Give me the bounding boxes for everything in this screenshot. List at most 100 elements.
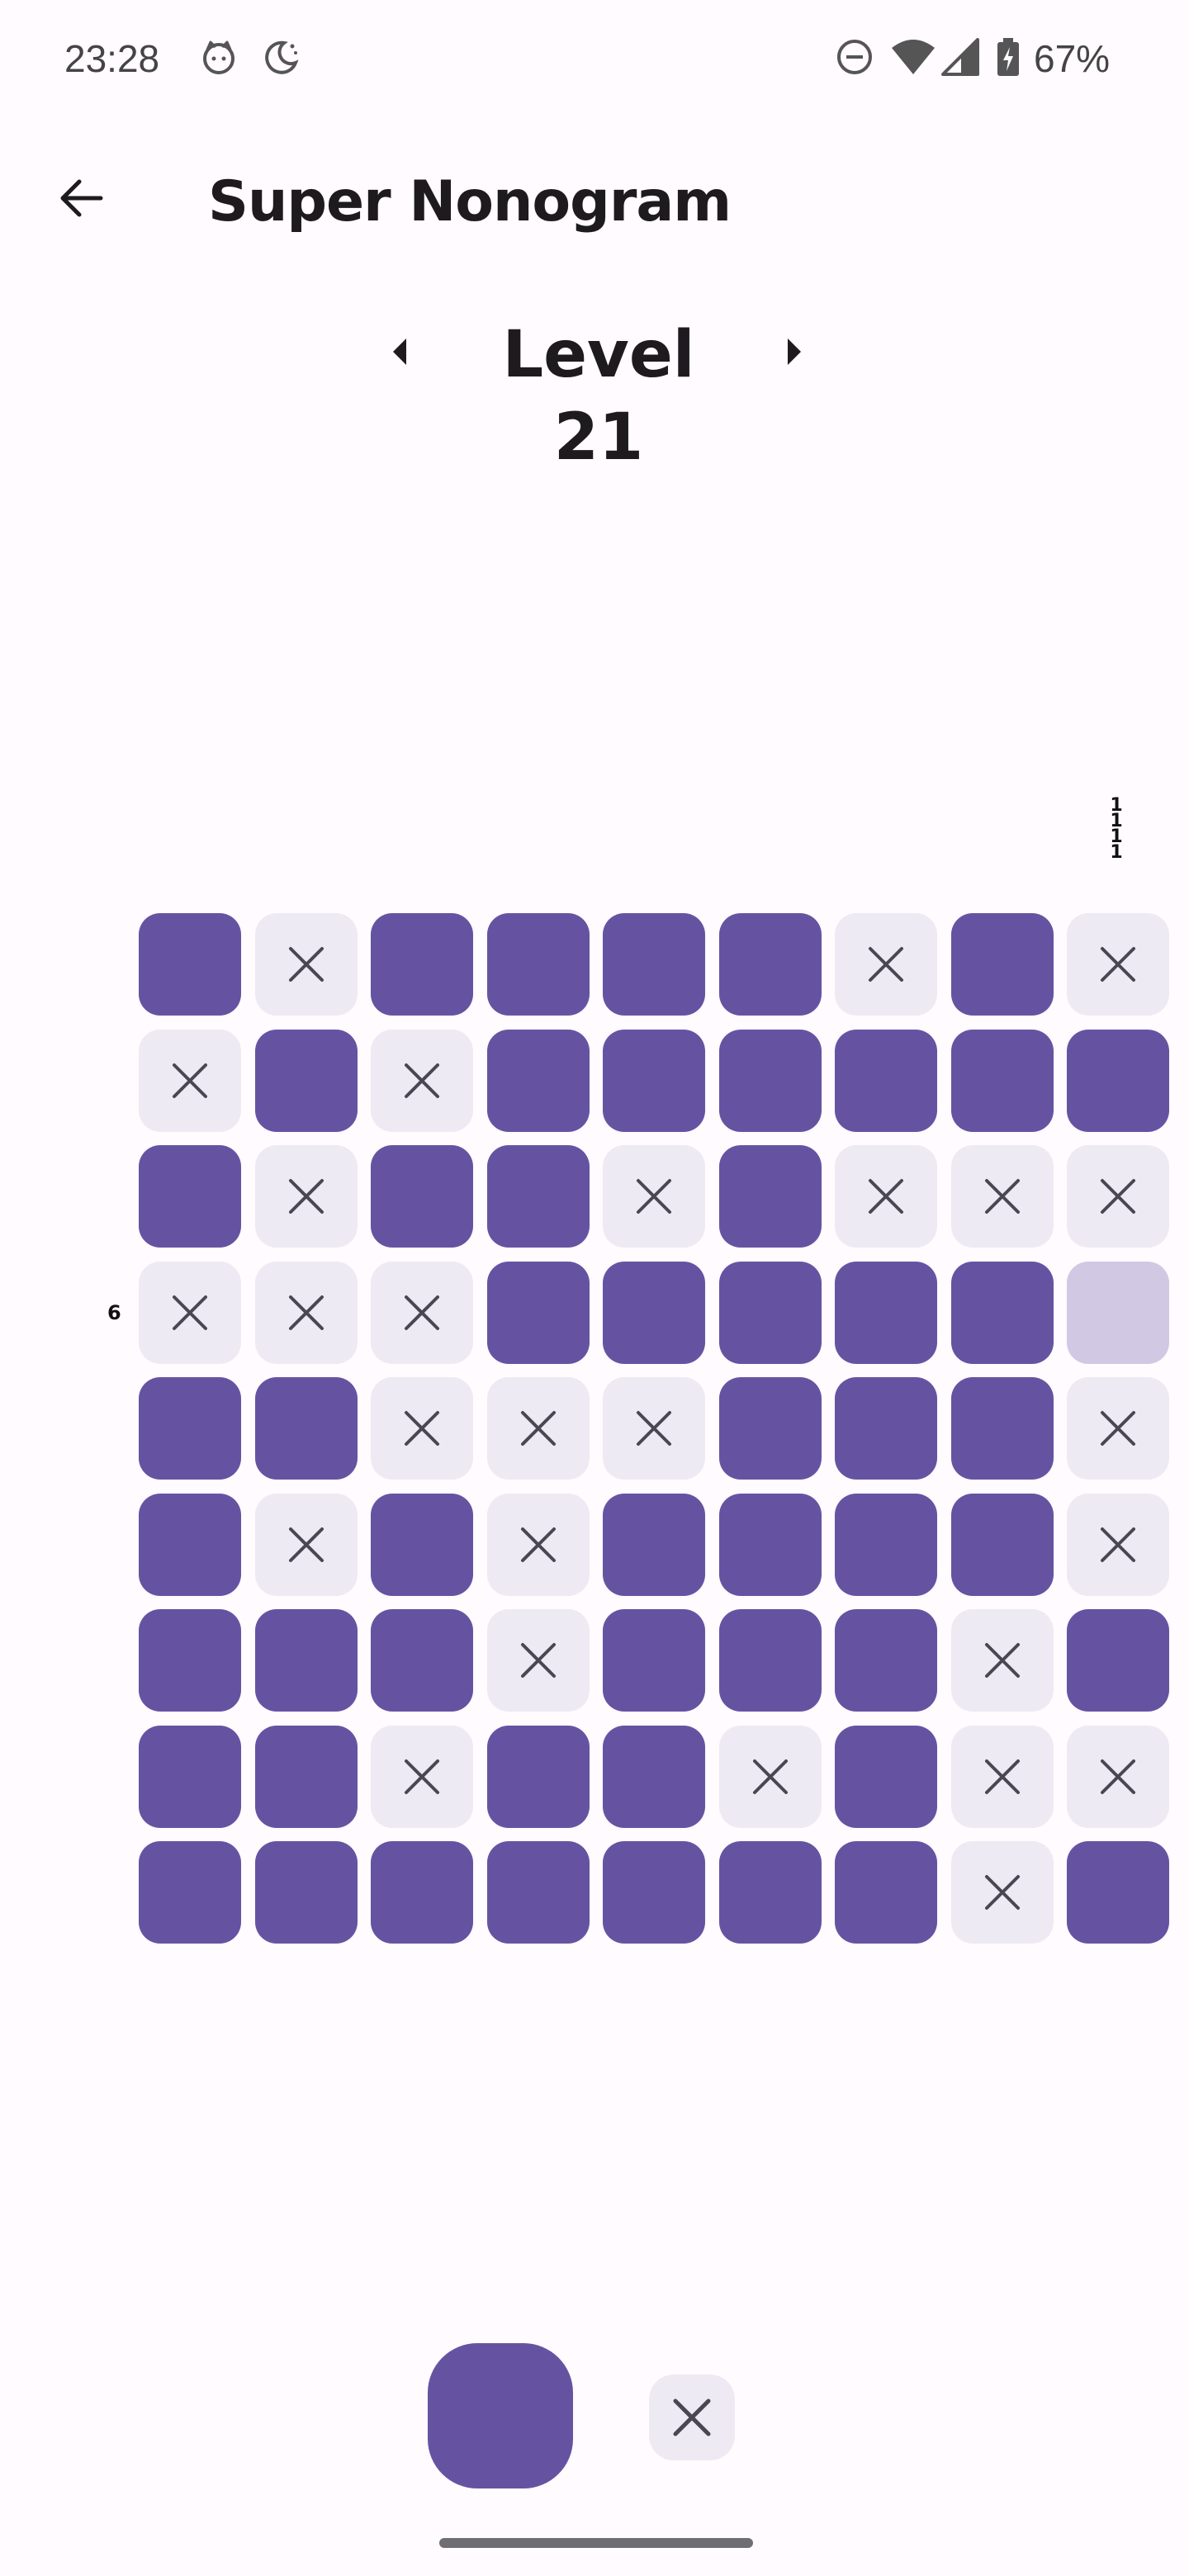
board-cell-filled[interactable] <box>719 1145 822 1248</box>
board-cell-filled[interactable] <box>371 913 473 1016</box>
board-cell-filled[interactable] <box>603 1841 705 1944</box>
cross-mark-icon <box>405 1063 439 1098</box>
board-cell-crossed[interactable] <box>1067 1726 1169 1828</box>
previous-level-button[interactable] <box>381 329 418 375</box>
battery-charging-icon <box>996 38 1021 81</box>
board-cell-crossed[interactable] <box>371 1030 473 1132</box>
board-cell-filled[interactable] <box>255 1841 358 1944</box>
board-cell-filled[interactable] <box>603 1262 705 1364</box>
board-cell-filled[interactable] <box>1067 1030 1169 1132</box>
board-cell-filled[interactable] <box>603 1726 705 1828</box>
board-cell-filled[interactable] <box>487 1145 590 1248</box>
board-cell-filled[interactable] <box>487 913 590 1016</box>
board-cell-crossed[interactable] <box>139 1030 241 1132</box>
board-cell-filled[interactable] <box>371 1841 473 1944</box>
board-cell-filled[interactable] <box>835 1377 937 1480</box>
board-cell-filled[interactable] <box>719 1377 822 1480</box>
board-cell-filled[interactable] <box>603 1030 705 1132</box>
board-cell-crossed[interactable] <box>1067 1145 1169 1248</box>
board-cell-filled[interactable] <box>603 1494 705 1596</box>
board-cell-crossed[interactable] <box>255 1494 358 1596</box>
board-cell-filled[interactable] <box>255 1609 358 1712</box>
board-cell-crossed[interactable] <box>487 1609 590 1712</box>
status-time: 23:28 <box>64 37 160 80</box>
cross-mark-icon <box>985 1643 1020 1678</box>
board-cell-crossed[interactable] <box>835 1145 937 1248</box>
cross-mark-icon <box>1101 1179 1135 1214</box>
board-cell-filled[interactable] <box>139 1377 241 1480</box>
board-cell-filled[interactable] <box>719 1609 822 1712</box>
board-cell-filled[interactable] <box>487 1030 590 1132</box>
board-cell-crossed[interactable] <box>487 1377 590 1480</box>
board-cell-filled[interactable] <box>951 1494 1054 1596</box>
board-cell-filled[interactable] <box>951 1030 1054 1132</box>
board-cell-filled[interactable] <box>951 913 1054 1016</box>
cross-tool-button[interactable] <box>649 2375 735 2460</box>
board-cell-filled[interactable] <box>139 913 241 1016</box>
cross-mark-icon <box>405 1759 439 1794</box>
board-cell-crossed[interactable] <box>951 1609 1054 1712</box>
board-cell-crossed[interactable] <box>139 1262 241 1364</box>
board-cell-filled[interactable] <box>139 1726 241 1828</box>
board-cell-crossed[interactable] <box>603 1145 705 1248</box>
board-cell-crossed[interactable] <box>603 1377 705 1480</box>
board-cell-crossed[interactable] <box>951 1145 1054 1248</box>
board-cell-filled[interactable] <box>603 913 705 1016</box>
board-cell-filled[interactable] <box>603 1609 705 1712</box>
board-cell-crossed[interactable] <box>255 1145 358 1248</box>
board-cell-filled[interactable] <box>371 1145 473 1248</box>
board-cell-filled[interactable] <box>719 1262 822 1364</box>
board-cell-crossed[interactable] <box>835 913 937 1016</box>
board-cell-selected[interactable] <box>1067 1262 1169 1364</box>
board-cell-filled[interactable] <box>139 1145 241 1248</box>
board-cell-filled[interactable] <box>1067 1609 1169 1712</box>
board-cell-filled[interactable] <box>835 1262 937 1364</box>
board-cell-crossed[interactable] <box>1067 1377 1169 1480</box>
board-cell-crossed[interactable] <box>371 1262 473 1364</box>
battery-percentage: 67% <box>1034 37 1111 80</box>
board-cell-filled[interactable] <box>139 1841 241 1944</box>
gesture-nav-handle[interactable] <box>439 2538 753 2548</box>
cross-mark-icon <box>289 1527 324 1562</box>
board-cell-filled[interactable] <box>835 1609 937 1712</box>
board-cell-filled[interactable] <box>719 1030 822 1132</box>
board-cell-filled[interactable] <box>951 1262 1054 1364</box>
board-cell-filled[interactable] <box>719 1494 822 1596</box>
board-cell-filled[interactable] <box>835 1726 937 1828</box>
cross-mark-icon <box>637 1411 671 1446</box>
board-cell-crossed[interactable] <box>371 1377 473 1480</box>
board-cell-filled[interactable] <box>835 1841 937 1944</box>
board-cell-filled[interactable] <box>1067 1841 1169 1944</box>
fill-tool-button[interactable] <box>428 2343 573 2488</box>
board-cell-filled[interactable] <box>835 1494 937 1596</box>
board-cell-filled[interactable] <box>139 1494 241 1596</box>
board-cell-filled[interactable] <box>371 1609 473 1712</box>
board-cell-crossed[interactable] <box>951 1726 1054 1828</box>
board-cell-filled[interactable] <box>835 1030 937 1132</box>
back-button[interactable] <box>48 165 114 231</box>
cross-mark-icon <box>1101 947 1135 982</box>
board-cell-crossed[interactable] <box>719 1726 822 1828</box>
board-cell-filled[interactable] <box>487 1841 590 1944</box>
board-cell-filled[interactable] <box>255 1030 358 1132</box>
board-cell-filled[interactable] <box>255 1377 358 1480</box>
board-cell-crossed[interactable] <box>255 913 358 1016</box>
board-cell-crossed[interactable] <box>1067 1494 1169 1596</box>
board-cell-filled[interactable] <box>719 1841 822 1944</box>
cross-mark-icon <box>1101 1411 1135 1446</box>
board-cell-crossed[interactable] <box>371 1726 473 1828</box>
next-level-button[interactable] <box>776 329 812 375</box>
board-cell-crossed[interactable] <box>1067 913 1169 1016</box>
board-cell-filled[interactable] <box>371 1494 473 1596</box>
board-cell-crossed[interactable] <box>255 1262 358 1364</box>
board-cell-filled[interactable] <box>255 1726 358 1828</box>
board-cell-crossed[interactable] <box>487 1494 590 1596</box>
board-cell-filled[interactable] <box>139 1609 241 1712</box>
board-cell-filled[interactable] <box>719 913 822 1016</box>
status-bar: 23:28 67% <box>0 0 1189 116</box>
board-cell-filled[interactable] <box>951 1377 1054 1480</box>
board-cell-filled[interactable] <box>487 1726 590 1828</box>
board-cell-crossed[interactable] <box>951 1841 1054 1944</box>
cross-mark-icon <box>521 1643 556 1678</box>
board-cell-filled[interactable] <box>487 1262 590 1364</box>
